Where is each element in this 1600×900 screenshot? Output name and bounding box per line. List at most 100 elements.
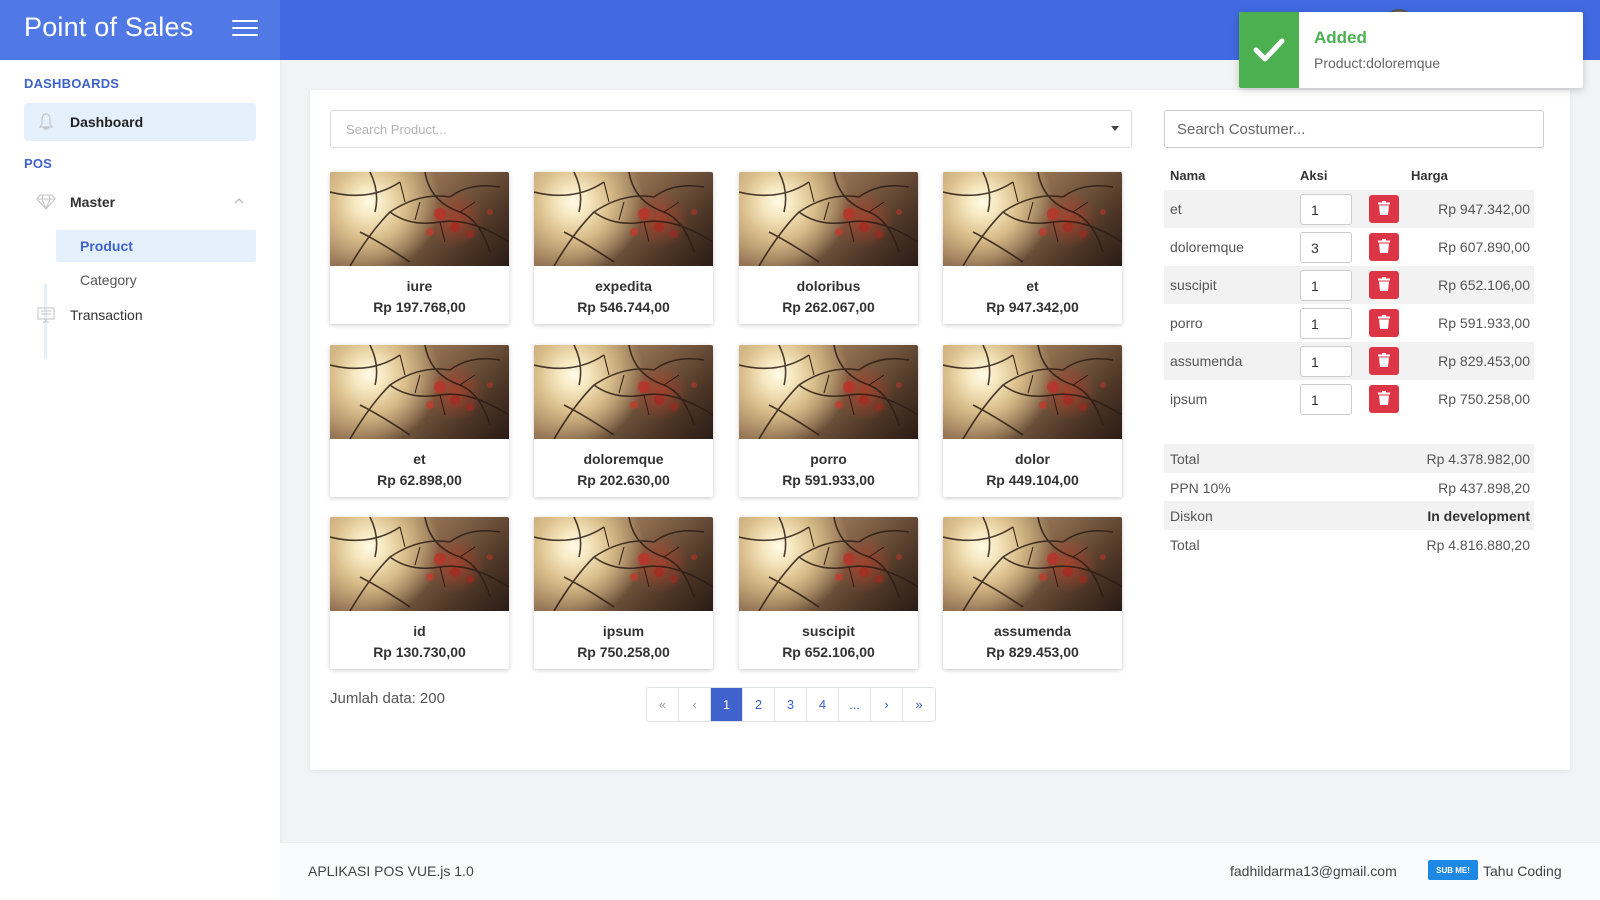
quantity-input[interactable]: [1300, 346, 1352, 377]
page-2-button[interactable]: 2: [743, 688, 775, 721]
footer: APLIKASI POS VUE.js 1.0 fadhildarma13@gm…: [280, 842, 1600, 900]
product-card[interactable]: assumenda Rp 829.453,00: [943, 517, 1122, 669]
toast-title: Added: [1314, 28, 1367, 47]
product-price: Rp 750.258,00: [577, 644, 670, 660]
page-last-button[interactable]: »: [903, 688, 935, 721]
product-image: [534, 172, 713, 266]
product-price: Rp 62.898,00: [377, 472, 462, 488]
product-card[interactable]: id Rp 130.730,00: [330, 517, 509, 669]
quantity-input[interactable]: [1300, 384, 1352, 415]
summary-value: Rp 437.898,20: [1438, 479, 1530, 496]
product-card[interactable]: doloribus Rp 262.067,00: [739, 172, 918, 324]
product-price: Rp 591.933,00: [782, 472, 875, 488]
product-card[interactable]: et Rp 62.898,00: [330, 345, 509, 497]
summary-label: Total: [1170, 451, 1200, 467]
page-1-button[interactable]: 1: [711, 688, 743, 721]
product-card[interactable]: expedita Rp 546.744,00: [534, 172, 713, 324]
product-image: [943, 172, 1122, 266]
monitor-icon: [36, 305, 56, 325]
footer-brand[interactable]: Tahu Coding: [1483, 863, 1562, 879]
product-card[interactable]: ipsum Rp 750.258,00: [534, 517, 713, 669]
sidebar-item-label: Dashboard: [70, 114, 144, 130]
delete-button[interactable]: [1369, 195, 1399, 223]
page-3-button[interactable]: 3: [775, 688, 807, 721]
sidebar-item-master[interactable]: Master: [24, 183, 256, 221]
product-card[interactable]: porro Rp 591.933,00: [739, 345, 918, 497]
page-prev-button[interactable]: ‹: [679, 688, 711, 721]
product-search-select[interactable]: Search Product...: [330, 110, 1132, 148]
page-next-button[interactable]: ›: [871, 688, 903, 721]
product-card[interactable]: et Rp 947.342,00: [943, 172, 1122, 324]
product-name: dolor: [1015, 451, 1050, 467]
product-image: [330, 172, 509, 266]
cart-item-name: doloremque: [1170, 239, 1244, 255]
product-card[interactable]: doloremque Rp 202.630,00: [534, 345, 713, 497]
summary-label: PPN 10%: [1170, 479, 1231, 496]
quantity-input[interactable]: [1300, 308, 1352, 339]
page-ellipsis[interactable]: ...: [839, 688, 871, 721]
summary-label: Diskon: [1170, 508, 1213, 524]
cart-item-price: Rp 947.342,00: [1438, 201, 1530, 217]
delete-button[interactable]: [1369, 233, 1399, 261]
cart-row: assumenda Rp 829.453,00: [1164, 342, 1534, 380]
cart-item-price: Rp 591.933,00: [1438, 315, 1530, 331]
product-price: Rp 449.104,00: [986, 472, 1079, 488]
summary-row: PPN 10% Rp 437.898,20: [1164, 473, 1534, 502]
product-image: [943, 345, 1122, 439]
product-image: [943, 517, 1122, 611]
cart-header-name: Nama: [1170, 168, 1206, 183]
cart-row: doloremque Rp 607.890,00: [1164, 228, 1534, 266]
sidebar-item-dashboard[interactable]: Dashboard: [24, 103, 256, 141]
cart-row: suscipit Rp 652.106,00: [1164, 266, 1534, 304]
subscribe-badge[interactable]: SUB ME!: [1428, 860, 1478, 880]
quantity-input[interactable]: [1300, 232, 1352, 263]
product-card[interactable]: dolor Rp 449.104,00: [943, 345, 1122, 497]
delete-button[interactable]: [1369, 271, 1399, 299]
product-card[interactable]: suscipit Rp 652.106,00: [739, 517, 918, 669]
sidebar-item-transaction[interactable]: Transaction: [24, 296, 256, 334]
quantity-input[interactable]: [1300, 194, 1352, 225]
chevron-up-icon: [234, 193, 244, 207]
product-name: et: [1026, 278, 1039, 294]
cart-row: porro Rp 591.933,00: [1164, 304, 1534, 342]
page-4-button[interactable]: 4: [807, 688, 839, 721]
trash-icon: [1378, 314, 1390, 332]
cart-item-price: Rp 750.258,00: [1438, 391, 1530, 407]
product-card[interactable]: iure Rp 197.768,00: [330, 172, 509, 324]
cart-item-name: suscipit: [1170, 277, 1217, 293]
page-first-button[interactable]: «: [647, 688, 679, 721]
menu-toggle-icon[interactable]: [232, 20, 258, 40]
pagination: « ‹ 1 2 3 4 ... › »: [646, 687, 936, 722]
product-image: [534, 517, 713, 611]
summary-value: Rp 4.816.880,20: [1426, 536, 1530, 553]
summary-value: In development: [1427, 508, 1530, 524]
product-price: Rp 202.630,00: [577, 472, 670, 488]
delete-button[interactable]: [1369, 309, 1399, 337]
delete-button[interactable]: [1369, 347, 1399, 375]
cart-row: et Rp 947.342,00: [1164, 190, 1534, 228]
delete-button[interactable]: [1369, 385, 1399, 413]
diamond-icon: [36, 192, 56, 212]
cart-header: Nama Aksi Harga: [1164, 168, 1534, 188]
footer-email[interactable]: fadhildarma13@gmail.com: [1230, 863, 1397, 879]
toast-notification[interactable]: Added Product:doloremque: [1239, 12, 1583, 88]
toast-message: Product:doloremque: [1314, 55, 1441, 71]
caret-down-icon: [1111, 126, 1119, 131]
quantity-input[interactable]: [1300, 270, 1352, 301]
product-name: porro: [810, 451, 847, 467]
product-image: [739, 517, 918, 611]
customer-search-input[interactable]: [1164, 110, 1544, 148]
product-name: id: [413, 623, 426, 639]
sidebar-item-label: Transaction: [70, 307, 143, 323]
cart-item-price: Rp 607.890,00: [1438, 239, 1530, 255]
cart-header-action: Aksi: [1300, 168, 1328, 183]
summary-row: Diskon In development: [1164, 501, 1534, 530]
summary-value: Rp 4.378.982,00: [1426, 451, 1530, 467]
cart-item-name: ipsum: [1170, 391, 1208, 407]
product-name: ipsum: [602, 623, 645, 639]
product-price: Rp 829.453,00: [986, 644, 1079, 660]
product-price: Rp 947.342,00: [986, 299, 1079, 315]
product-image: [330, 517, 509, 611]
sidebar-item-product[interactable]: Product: [56, 230, 256, 262]
sidebar-item-category[interactable]: Category: [56, 264, 256, 296]
